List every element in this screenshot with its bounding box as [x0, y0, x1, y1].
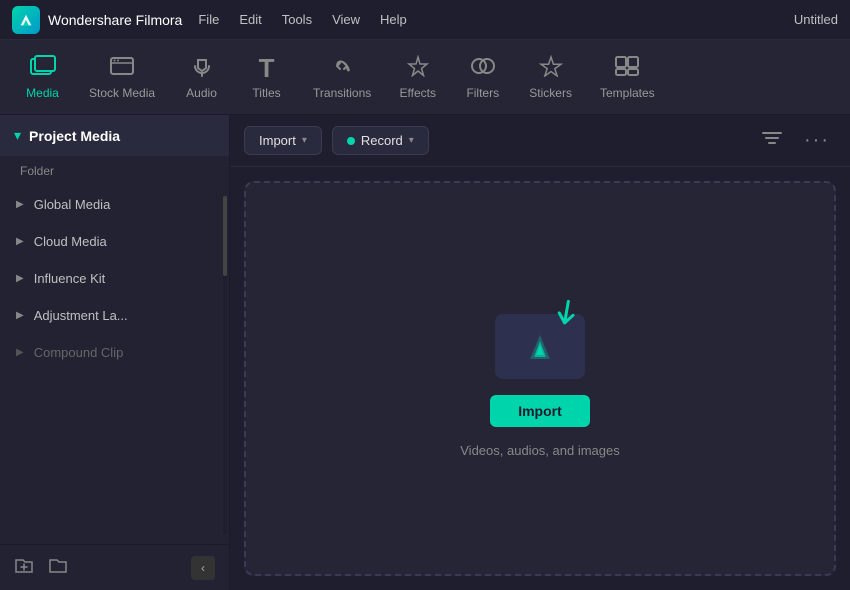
sidebar-collapse-button[interactable]: ‹ [191, 556, 215, 580]
sidebar: ▾ Project Media Folder ▶ Global Media ▶ … [0, 115, 230, 590]
media-icon [30, 55, 56, 81]
sidebar-item-label-influence: Influence Kit [34, 271, 106, 286]
menu-file[interactable]: File [198, 8, 219, 31]
scroll-thumb[interactable] [223, 196, 227, 276]
scroll-track [223, 196, 227, 534]
record-dot-icon [347, 137, 355, 145]
tab-transitions[interactable]: Transitions [299, 47, 385, 108]
stock-media-icon [109, 55, 135, 81]
sidebar-item-label-global: Global Media [34, 197, 111, 212]
tab-media[interactable]: Media [10, 47, 75, 108]
more-options-icon[interactable]: ··· [798, 125, 836, 156]
sidebar-items-container: ▶ Global Media ▶ Cloud Media ▶ Influence… [0, 186, 229, 544]
menu-tools[interactable]: Tools [282, 8, 312, 31]
drop-zone[interactable]: Import Videos, audios, and images [244, 181, 836, 576]
tab-bar: Media Stock Media Audio T Titles [0, 40, 850, 115]
sidebar-project-media-title: Project Media [29, 128, 120, 144]
sidebar-item-label-cloud: Cloud Media [34, 234, 107, 249]
tab-templates[interactable]: Templates [586, 47, 669, 108]
app-logo: Wondershare Filmora [12, 6, 182, 34]
sidebar-folder-label: Folder [0, 156, 229, 186]
tab-stock-media[interactable]: Stock Media [75, 47, 169, 108]
tab-media-label: Media [26, 86, 59, 100]
app-name: Wondershare Filmora [48, 12, 182, 28]
transitions-icon [329, 55, 355, 81]
sidebar-item-adjustment[interactable]: ▶ Adjustment La... [0, 297, 229, 334]
title-bar: Wondershare Filmora File Edit Tools View… [0, 0, 850, 40]
sidebar-item-cloud-media[interactable]: ▶ Cloud Media [0, 223, 229, 260]
sidebar-item-arrow-influence: ▶ [16, 273, 24, 284]
tab-titles-label: Titles [252, 86, 280, 100]
stickers-icon [538, 55, 564, 81]
sidebar-item-arrow-global: ▶ [16, 199, 24, 210]
titles-icon: T [259, 55, 275, 81]
tab-audio[interactable]: Audio [169, 47, 234, 108]
content-toolbar: Import ▾ Record ▾ ··· [230, 115, 850, 167]
sidebar-item-compound-clip[interactable]: ▶ Compound Clip [0, 334, 229, 371]
sidebar-item-influence-kit[interactable]: ▶ Influence Kit [0, 260, 229, 297]
sidebar-item-label-compound: Compound Clip [34, 345, 124, 360]
record-button[interactable]: Record ▾ [332, 126, 429, 155]
sidebar-item-arrow-adjustment: ▶ [16, 310, 24, 321]
sidebar-item-global-media[interactable]: ▶ Global Media [0, 186, 229, 223]
effects-icon [405, 55, 431, 81]
new-folder-icon[interactable] [48, 555, 68, 580]
content-area: Import ▾ Record ▾ ··· [230, 115, 850, 590]
sidebar-bottom: ‹ [0, 544, 229, 590]
drop-zone-content: Import Videos, audios, and images [460, 299, 619, 458]
main-content: ▾ Project Media Folder ▶ Global Media ▶ … [0, 115, 850, 590]
sidebar-item-arrow-compound: ▶ [16, 347, 24, 358]
filter-icon[interactable] [756, 125, 788, 156]
add-folder-icon[interactable] [14, 555, 34, 580]
folder-illustration [490, 299, 590, 379]
project-title: Untitled [794, 12, 838, 27]
import-big-button[interactable]: Import [490, 395, 590, 427]
tab-stickers[interactable]: Stickers [515, 47, 586, 108]
record-chevron-icon: ▾ [409, 135, 414, 146]
menu-view[interactable]: View [332, 8, 360, 31]
tab-stock-media-label: Stock Media [89, 86, 155, 100]
filters-icon [470, 55, 496, 81]
tab-filters-label: Filters [466, 86, 499, 100]
tab-titles[interactable]: T Titles [234, 47, 299, 108]
sidebar-header[interactable]: ▾ Project Media [0, 115, 229, 156]
tab-audio-label: Audio [186, 86, 217, 100]
templates-icon [614, 55, 640, 81]
menu-edit[interactable]: Edit [239, 8, 261, 31]
tab-effects-label: Effects [400, 86, 436, 100]
sidebar-collapse-arrow: ▾ [14, 127, 21, 144]
import-chevron-icon: ▾ [302, 135, 307, 146]
tab-effects[interactable]: Effects [385, 47, 450, 108]
drop-zone-description: Videos, audios, and images [460, 443, 619, 458]
import-button-label: Import [259, 133, 296, 148]
import-button[interactable]: Import ▾ [244, 126, 322, 155]
menu-bar: File Edit Tools View Help [198, 8, 778, 31]
tab-filters[interactable]: Filters [450, 47, 515, 108]
sidebar-item-label-adjustment: Adjustment La... [34, 308, 128, 323]
record-button-label: Record [361, 133, 403, 148]
tab-transitions-label: Transitions [313, 86, 371, 100]
tab-templates-label: Templates [600, 86, 655, 100]
menu-help[interactable]: Help [380, 8, 407, 31]
logo-icon [12, 6, 40, 34]
tab-stickers-label: Stickers [529, 86, 572, 100]
audio-icon [191, 55, 213, 81]
sidebar-item-arrow-cloud: ▶ [16, 236, 24, 247]
